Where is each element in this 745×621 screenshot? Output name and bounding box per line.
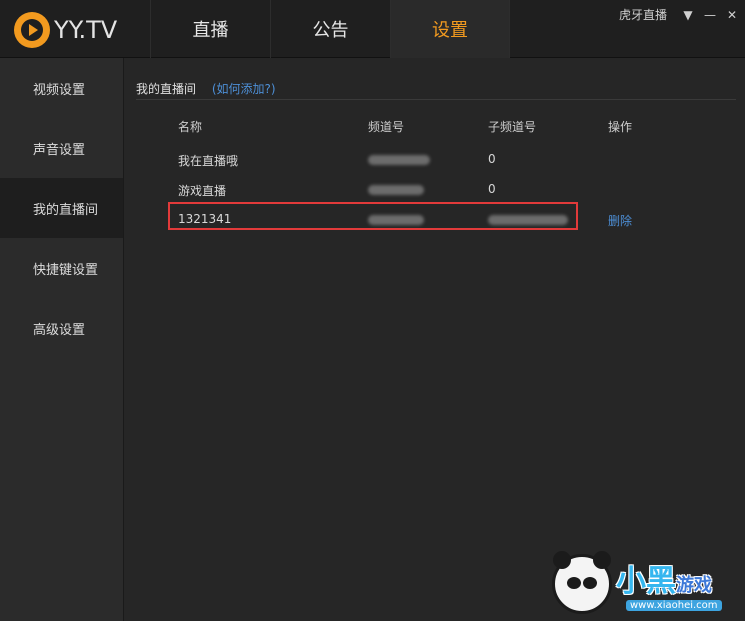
sidebar-item-video[interactable]: 视频设置 (0, 58, 123, 118)
row-subchannel: 0 (488, 182, 496, 196)
how-to-add-link[interactable]: (如何添加?) (212, 82, 276, 96)
main-tabs: 直播 公告 设置 (150, 0, 510, 58)
main-panel: 我的直播间 (如何添加?) 名称 频道号 子频道号 操作 我在直播哦 0 游戏直… (124, 58, 745, 621)
delete-link[interactable]: 删除 (608, 212, 632, 229)
column-header-channel: 频道号 (368, 120, 405, 134)
watermark-text: 小黑游戏 (616, 556, 712, 600)
column-header-name: 名称 (178, 120, 203, 134)
tab-live[interactable]: 直播 (150, 0, 270, 58)
minimize-icon[interactable]: — (703, 8, 717, 22)
sidebar-item-audio[interactable]: 声音设置 (0, 118, 123, 178)
row-subchannel-redacted (488, 212, 568, 226)
tab-announcement[interactable]: 公告 (270, 0, 390, 58)
row-name: 游戏直播 (178, 184, 227, 198)
column-header-action: 操作 (608, 120, 633, 134)
sidebar-item-advanced[interactable]: 高级设置 (0, 298, 123, 358)
table-row[interactable]: 我在直播哦 0 (168, 144, 708, 174)
settings-sidebar: 视频设置 声音设置 我的直播间 快捷键设置 高级设置 (0, 58, 124, 621)
live-room-table: 名称 频道号 子频道号 操作 我在直播哦 0 游戏直播 0 1321341 删除 (168, 114, 708, 234)
section-header: 我的直播间 (如何添加?) (136, 80, 736, 100)
watermark-main: 小黑 (616, 564, 676, 599)
row-channel-redacted (368, 182, 424, 196)
row-channel-redacted (368, 212, 424, 226)
site-watermark: 小黑游戏 www.xiaohei.com (552, 551, 742, 618)
app-logo: YY.TV (14, 12, 117, 48)
table-header: 名称 频道号 子频道号 操作 (168, 114, 708, 144)
panda-mascot-icon (552, 551, 612, 614)
watermark-small: 游戏 (676, 575, 712, 596)
watermark-url: www.xiaohei.com (626, 600, 722, 611)
column-header-subchannel: 子频道号 (488, 120, 537, 134)
menu-dropdown-icon[interactable]: ▼ (681, 8, 695, 22)
row-channel-redacted (368, 152, 430, 166)
logo-text: YY.TV (54, 16, 118, 44)
table-row[interactable]: 游戏直播 0 (168, 174, 708, 204)
window-controls: 虎牙直播 ▼ — ✕ (619, 6, 739, 23)
row-name: 1321341 (178, 212, 232, 226)
top-bar: YY.TV 直播 公告 设置 虎牙直播 ▼ — ✕ (0, 0, 745, 58)
sidebar-item-hotkeys[interactable]: 快捷键设置 (0, 238, 123, 298)
close-icon[interactable]: ✕ (725, 8, 739, 22)
play-logo-icon (14, 12, 50, 48)
brand-label[interactable]: 虎牙直播 (619, 6, 667, 23)
row-subchannel: 0 (488, 152, 496, 166)
sidebar-item-my-live-room[interactable]: 我的直播间 (0, 178, 123, 238)
table-row-highlighted[interactable]: 1321341 删除 (168, 202, 708, 234)
row-name: 我在直播哦 (178, 154, 239, 168)
tab-settings[interactable]: 设置 (390, 0, 510, 58)
section-title: 我的直播间 (136, 82, 197, 96)
